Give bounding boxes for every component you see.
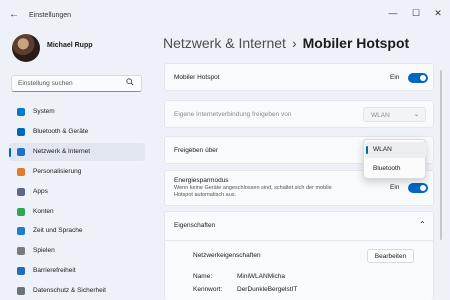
gamepad-icon bbox=[17, 247, 25, 255]
hotspot-toggle[interactable] bbox=[408, 73, 428, 83]
sidebar-item-label: Zeit und Sprache bbox=[33, 227, 83, 234]
search-box[interactable] bbox=[11, 75, 142, 92]
option-label: WLAN bbox=[373, 146, 392, 153]
option-label: Bluetooth bbox=[373, 165, 401, 172]
share-from-card: Eigene Internetverbindung freigeben von … bbox=[164, 100, 434, 128]
energy-description: Wenn keine Geräte angeschlossen sind, sc… bbox=[174, 185, 332, 198]
field-name-label: Name: bbox=[193, 273, 213, 280]
page-title: Netzwerk & Internet › Mobiler Hotspot bbox=[163, 35, 409, 51]
maximize-icon[interactable]: ☐ bbox=[410, 8, 422, 19]
option-wlan[interactable]: WLAN bbox=[365, 142, 426, 158]
toggle-knob bbox=[420, 75, 426, 81]
system-icon bbox=[17, 108, 25, 116]
edit-button[interactable]: Bearbeiten bbox=[367, 249, 414, 263]
avatar[interactable] bbox=[12, 34, 40, 62]
account-icon bbox=[17, 208, 25, 216]
toggle-knob bbox=[420, 185, 426, 191]
app-title: Einstellungen bbox=[29, 12, 72, 19]
sidebar-item-clock-globe[interactable]: Zeit und Sprache bbox=[9, 222, 145, 240]
hotspot-card: Mobiler Hotspot Ein bbox=[164, 63, 434, 91]
share-over-dropdown-menu: WLAN Bluetooth bbox=[363, 139, 426, 179]
close-icon[interactable]: ✕ bbox=[432, 8, 444, 19]
field-password-value: DerDunkleBergelstIT bbox=[237, 286, 298, 293]
field-name-value: MiniWLANMicha bbox=[237, 273, 286, 280]
sidebar-item-bluetooth[interactable]: Bluetooth & Geräte bbox=[9, 123, 145, 141]
sidebar-item-accessibility[interactable]: Barrierefreiheit bbox=[9, 262, 145, 280]
breadcrumb-separator: › bbox=[291, 35, 297, 51]
properties-card: Eigenschaften ⌃ Netzwerkeigenschaften Be… bbox=[164, 211, 434, 300]
share-from-value: WLAN bbox=[371, 112, 390, 119]
profile-name: Michael Rupp bbox=[47, 42, 93, 49]
sidebar-item-account[interactable]: Konten bbox=[9, 203, 145, 221]
energy-toggle[interactable] bbox=[408, 183, 428, 193]
sidebar-item-label: Netzwerk & Internet bbox=[33, 148, 91, 155]
sidebar-item-system[interactable]: System bbox=[9, 103, 145, 121]
apps-icon bbox=[17, 188, 25, 196]
properties-title: Eigenschaften bbox=[174, 222, 216, 229]
sidebar-item-wifi[interactable]: Netzwerk & Internet bbox=[9, 143, 145, 161]
sidebar-item-label: Bluetooth & Geräte bbox=[33, 128, 89, 135]
back-arrow-icon[interactable]: ← bbox=[9, 9, 19, 20]
sidebar-item-apps[interactable]: Apps bbox=[9, 183, 145, 201]
shield-icon bbox=[17, 287, 25, 295]
sidebar-item-label: Apps bbox=[33, 188, 48, 195]
breadcrumb-current: Mobiler Hotspot bbox=[302, 35, 410, 51]
chevron-down-icon: ⌄ bbox=[413, 112, 419, 118]
divider bbox=[165, 240, 433, 241]
energy-state: Ein bbox=[390, 184, 400, 191]
chevron-up-icon[interactable]: ⌃ bbox=[419, 220, 426, 229]
share-over-label: Freigeben über bbox=[174, 147, 219, 154]
minimize-icon[interactable]: — bbox=[387, 8, 399, 18]
accessibility-icon bbox=[17, 267, 25, 275]
scrollbar[interactable] bbox=[440, 70, 442, 240]
sidebar-item-label: Konten bbox=[33, 208, 54, 215]
sidebar-item-label: Personalisierung bbox=[33, 168, 82, 175]
bluetooth-icon bbox=[17, 128, 25, 136]
hotspot-state: Ein bbox=[390, 74, 400, 81]
wifi-icon bbox=[17, 148, 25, 156]
sidebar-item-brush[interactable]: Personalisierung bbox=[9, 163, 145, 181]
clock-globe-icon bbox=[17, 227, 25, 235]
share-from-dropdown[interactable]: WLAN ⌄ bbox=[363, 107, 426, 122]
share-from-label: Eigene Internetverbindung freigeben von bbox=[174, 111, 292, 118]
field-password-label: Kennwort: bbox=[193, 286, 223, 293]
sidebar-item-label: System bbox=[33, 108, 55, 115]
option-bluetooth[interactable]: Bluetooth bbox=[365, 161, 426, 177]
sidebar-item-label: Spielen bbox=[33, 247, 55, 254]
sidebar-item-label: Barrierefreiheit bbox=[33, 267, 76, 274]
title-bar: ← Einstellungen — ☐ ✕ bbox=[0, 0, 450, 30]
network-properties-title: Netzwerkeigenschaften bbox=[193, 252, 261, 259]
search-input[interactable] bbox=[18, 80, 118, 87]
sidebar-item-gamepad[interactable]: Spielen bbox=[9, 242, 145, 260]
energy-label: Energiesparmodus bbox=[174, 177, 229, 184]
sidebar-item-label: Datenschutz & Sicherheit bbox=[33, 287, 106, 294]
hotspot-label: Mobiler Hotspot bbox=[174, 74, 220, 81]
brush-icon bbox=[17, 168, 25, 176]
sidebar-item-shield[interactable]: Datenschutz & Sicherheit bbox=[9, 282, 145, 300]
search-icon[interactable] bbox=[126, 78, 134, 86]
breadcrumb-parent[interactable]: Netzwerk & Internet bbox=[163, 35, 286, 51]
